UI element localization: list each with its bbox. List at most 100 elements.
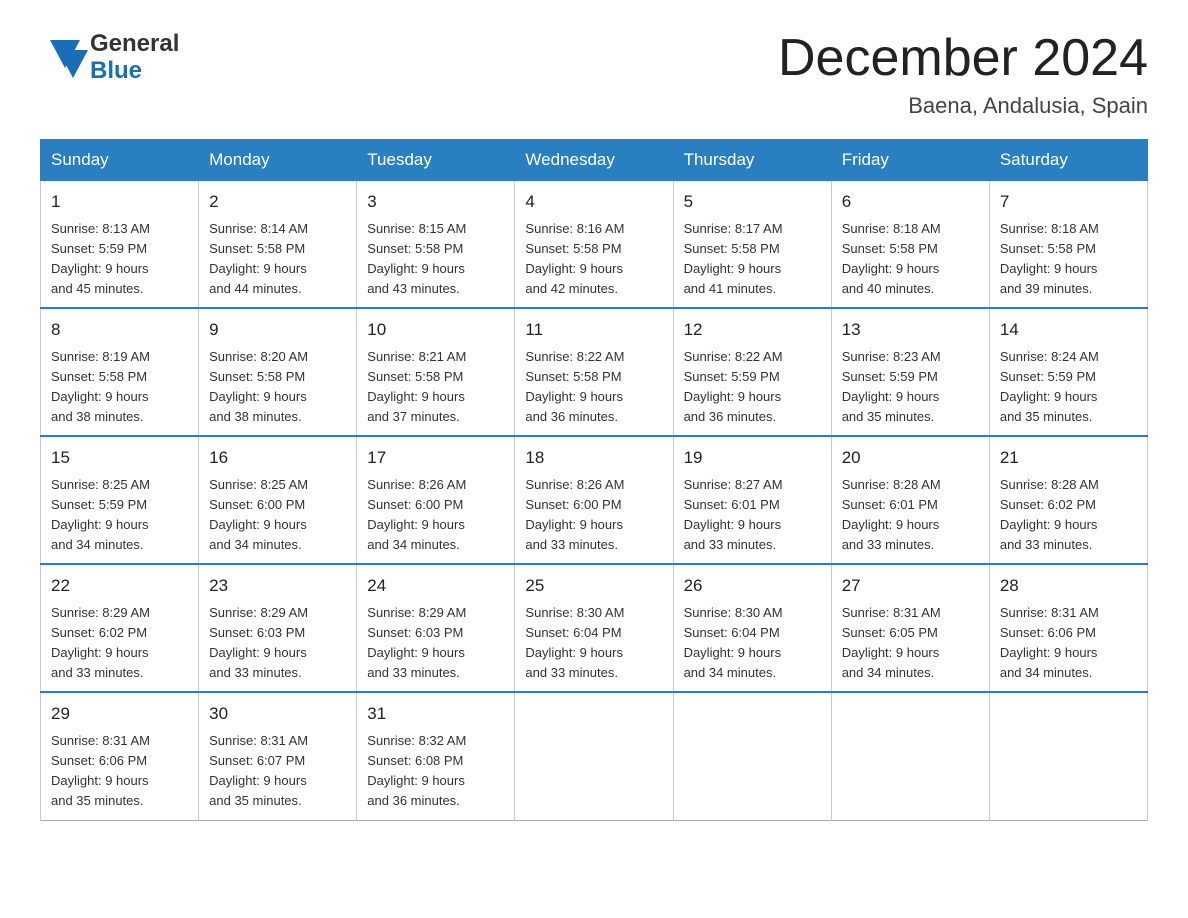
calendar-week-row: 8 Sunrise: 8:19 AM Sunset: 5:58 PM Dayli… — [41, 308, 1148, 436]
table-row: 6 Sunrise: 8:18 AM Sunset: 5:58 PM Dayli… — [831, 181, 989, 309]
calendar-header-row: Sunday Monday Tuesday Wednesday Thursday… — [41, 140, 1148, 181]
table-row: 17 Sunrise: 8:26 AM Sunset: 6:00 PM Dayl… — [357, 436, 515, 564]
day-number: 24 — [367, 573, 504, 599]
header-wednesday: Wednesday — [515, 140, 673, 181]
table-row — [515, 692, 673, 820]
header-thursday: Thursday — [673, 140, 831, 181]
day-info: Sunrise: 8:26 AM Sunset: 6:00 PM Dayligh… — [367, 475, 504, 556]
table-row: 26 Sunrise: 8:30 AM Sunset: 6:04 PM Dayl… — [673, 564, 831, 692]
table-row: 28 Sunrise: 8:31 AM Sunset: 6:06 PM Dayl… — [989, 564, 1147, 692]
day-info: Sunrise: 8:16 AM Sunset: 5:58 PM Dayligh… — [525, 219, 662, 300]
day-number: 20 — [842, 445, 979, 471]
day-info: Sunrise: 8:19 AM Sunset: 5:58 PM Dayligh… — [51, 347, 188, 428]
day-info: Sunrise: 8:23 AM Sunset: 5:59 PM Dayligh… — [842, 347, 979, 428]
header-monday: Monday — [199, 140, 357, 181]
day-number: 6 — [842, 189, 979, 215]
day-info: Sunrise: 8:25 AM Sunset: 5:59 PM Dayligh… — [51, 475, 188, 556]
logo: General Blue — [40, 30, 179, 85]
table-row: 13 Sunrise: 8:23 AM Sunset: 5:59 PM Dayl… — [831, 308, 989, 436]
day-number: 28 — [1000, 573, 1137, 599]
table-row: 12 Sunrise: 8:22 AM Sunset: 5:59 PM Dayl… — [673, 308, 831, 436]
day-number: 8 — [51, 317, 188, 343]
day-number: 23 — [209, 573, 346, 599]
day-number: 14 — [1000, 317, 1137, 343]
calendar-week-row: 29 Sunrise: 8:31 AM Sunset: 6:06 PM Dayl… — [41, 692, 1148, 820]
table-row: 3 Sunrise: 8:15 AM Sunset: 5:58 PM Dayli… — [357, 181, 515, 309]
day-number: 1 — [51, 189, 188, 215]
day-info: Sunrise: 8:31 AM Sunset: 6:05 PM Dayligh… — [842, 603, 979, 684]
day-info: Sunrise: 8:18 AM Sunset: 5:58 PM Dayligh… — [1000, 219, 1137, 300]
day-number: 12 — [684, 317, 821, 343]
day-number: 2 — [209, 189, 346, 215]
day-info: Sunrise: 8:30 AM Sunset: 6:04 PM Dayligh… — [525, 603, 662, 684]
header-tuesday: Tuesday — [357, 140, 515, 181]
day-info: Sunrise: 8:25 AM Sunset: 6:00 PM Dayligh… — [209, 475, 346, 556]
table-row: 16 Sunrise: 8:25 AM Sunset: 6:00 PM Dayl… — [199, 436, 357, 564]
day-number: 10 — [367, 317, 504, 343]
day-info: Sunrise: 8:29 AM Sunset: 6:03 PM Dayligh… — [367, 603, 504, 684]
day-number: 26 — [684, 573, 821, 599]
day-info: Sunrise: 8:27 AM Sunset: 6:01 PM Dayligh… — [684, 475, 821, 556]
table-row: 9 Sunrise: 8:20 AM Sunset: 5:58 PM Dayli… — [199, 308, 357, 436]
table-row: 30 Sunrise: 8:31 AM Sunset: 6:07 PM Dayl… — [199, 692, 357, 820]
day-number: 29 — [51, 701, 188, 727]
table-row: 15 Sunrise: 8:25 AM Sunset: 5:59 PM Dayl… — [41, 436, 199, 564]
table-row: 20 Sunrise: 8:28 AM Sunset: 6:01 PM Dayl… — [831, 436, 989, 564]
day-info: Sunrise: 8:31 AM Sunset: 6:06 PM Dayligh… — [51, 731, 188, 812]
day-number: 5 — [684, 189, 821, 215]
table-row: 22 Sunrise: 8:29 AM Sunset: 6:02 PM Dayl… — [41, 564, 199, 692]
day-number: 9 — [209, 317, 346, 343]
calendar-week-row: 15 Sunrise: 8:25 AM Sunset: 5:59 PM Dayl… — [41, 436, 1148, 564]
day-number: 7 — [1000, 189, 1137, 215]
day-number: 17 — [367, 445, 504, 471]
table-row: 19 Sunrise: 8:27 AM Sunset: 6:01 PM Dayl… — [673, 436, 831, 564]
header-sunday: Sunday — [41, 140, 199, 181]
calendar-week-row: 1 Sunrise: 8:13 AM Sunset: 5:59 PM Dayli… — [41, 181, 1148, 309]
table-row: 18 Sunrise: 8:26 AM Sunset: 6:00 PM Dayl… — [515, 436, 673, 564]
table-row — [831, 692, 989, 820]
day-number: 15 — [51, 445, 188, 471]
day-info: Sunrise: 8:28 AM Sunset: 6:01 PM Dayligh… — [842, 475, 979, 556]
table-row: 24 Sunrise: 8:29 AM Sunset: 6:03 PM Dayl… — [357, 564, 515, 692]
table-row: 5 Sunrise: 8:17 AM Sunset: 5:58 PM Dayli… — [673, 181, 831, 309]
table-row: 10 Sunrise: 8:21 AM Sunset: 5:58 PM Dayl… — [357, 308, 515, 436]
day-info: Sunrise: 8:22 AM Sunset: 5:59 PM Dayligh… — [684, 347, 821, 428]
day-info: Sunrise: 8:29 AM Sunset: 6:02 PM Dayligh… — [51, 603, 188, 684]
table-row: 27 Sunrise: 8:31 AM Sunset: 6:05 PM Dayl… — [831, 564, 989, 692]
day-number: 27 — [842, 573, 979, 599]
table-row: 2 Sunrise: 8:14 AM Sunset: 5:58 PM Dayli… — [199, 181, 357, 309]
day-info: Sunrise: 8:24 AM Sunset: 5:59 PM Dayligh… — [1000, 347, 1137, 428]
day-number: 30 — [209, 701, 346, 727]
table-row: 11 Sunrise: 8:22 AM Sunset: 5:58 PM Dayl… — [515, 308, 673, 436]
header-friday: Friday — [831, 140, 989, 181]
day-info: Sunrise: 8:18 AM Sunset: 5:58 PM Dayligh… — [842, 219, 979, 300]
day-number: 21 — [1000, 445, 1137, 471]
title-area: December 2024 Baena, Andalusia, Spain — [778, 30, 1148, 119]
table-row: 8 Sunrise: 8:19 AM Sunset: 5:58 PM Dayli… — [41, 308, 199, 436]
table-row: 21 Sunrise: 8:28 AM Sunset: 6:02 PM Dayl… — [989, 436, 1147, 564]
calendar-table: Sunday Monday Tuesday Wednesday Thursday… — [40, 139, 1148, 820]
day-number: 18 — [525, 445, 662, 471]
table-row: 14 Sunrise: 8:24 AM Sunset: 5:59 PM Dayl… — [989, 308, 1147, 436]
table-row: 23 Sunrise: 8:29 AM Sunset: 6:03 PM Dayl… — [199, 564, 357, 692]
table-row: 29 Sunrise: 8:31 AM Sunset: 6:06 PM Dayl… — [41, 692, 199, 820]
table-row: 1 Sunrise: 8:13 AM Sunset: 5:59 PM Dayli… — [41, 181, 199, 309]
page-header: General Blue December 2024 Baena, Andalu… — [40, 30, 1148, 119]
day-number: 3 — [367, 189, 504, 215]
day-info: Sunrise: 8:14 AM Sunset: 5:58 PM Dayligh… — [209, 219, 346, 300]
day-info: Sunrise: 8:13 AM Sunset: 5:59 PM Dayligh… — [51, 219, 188, 300]
logo-text-blue: Blue — [90, 58, 179, 84]
day-info: Sunrise: 8:32 AM Sunset: 6:08 PM Dayligh… — [367, 731, 504, 812]
logo-icon — [40, 30, 90, 85]
day-number: 13 — [842, 317, 979, 343]
day-info: Sunrise: 8:17 AM Sunset: 5:58 PM Dayligh… — [684, 219, 821, 300]
day-number: 19 — [684, 445, 821, 471]
day-info: Sunrise: 8:20 AM Sunset: 5:58 PM Dayligh… — [209, 347, 346, 428]
day-info: Sunrise: 8:15 AM Sunset: 5:58 PM Dayligh… — [367, 219, 504, 300]
table-row: 7 Sunrise: 8:18 AM Sunset: 5:58 PM Dayli… — [989, 181, 1147, 309]
day-info: Sunrise: 8:22 AM Sunset: 5:58 PM Dayligh… — [525, 347, 662, 428]
table-row: 4 Sunrise: 8:16 AM Sunset: 5:58 PM Dayli… — [515, 181, 673, 309]
month-title: December 2024 — [778, 30, 1148, 87]
table-row — [673, 692, 831, 820]
day-number: 4 — [525, 189, 662, 215]
